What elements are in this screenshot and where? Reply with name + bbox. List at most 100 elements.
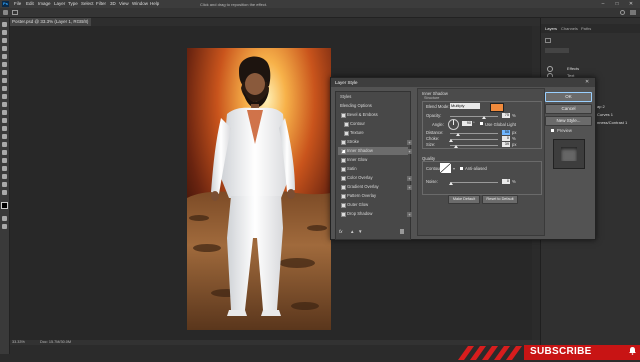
texture-item[interactable]: Texture <box>338 129 408 137</box>
menu-layer[interactable]: Layer <box>54 1 65 6</box>
search-icon[interactable] <box>620 10 625 15</box>
checkbox[interactable] <box>344 131 349 136</box>
menu-image[interactable]: Image <box>38 1 51 6</box>
checkbox[interactable] <box>341 185 346 190</box>
bevel-emboss-item[interactable]: Bevel & Emboss <box>338 111 408 119</box>
opacity-slider-knob[interactable] <box>482 116 486 119</box>
blending-options-item[interactable]: Blending Options <box>338 102 408 110</box>
choke-input[interactable]: 0 <box>502 136 510 141</box>
choke-slider[interactable] <box>450 139 498 140</box>
add-icon[interactable]: + <box>407 184 412 190</box>
checkbox[interactable] <box>341 158 346 163</box>
menu-type[interactable]: Type <box>68 1 78 6</box>
zoom-tool-icon[interactable] <box>2 182 7 187</box>
menu-edit[interactable]: Edit <box>26 1 34 6</box>
tool-preset-icon[interactable] <box>12 10 18 15</box>
foreground-color-swatch[interactable] <box>1 202 8 209</box>
opacity-input[interactable]: 75 <box>502 113 510 118</box>
size-slider-knob[interactable] <box>454 145 458 148</box>
checkbox[interactable] <box>344 122 349 127</box>
blur-tool-icon[interactable] <box>2 126 7 131</box>
new-style-button[interactable]: New Style... <box>545 116 592 126</box>
shape-tool-icon[interactable] <box>2 166 7 171</box>
layer-name-partial[interactable]: ap 2 <box>597 104 605 109</box>
inner-shadow-item[interactable]: ✓ Inner Shadow + <box>338 147 412 155</box>
checkbox[interactable] <box>341 113 346 118</box>
inner-glow-item[interactable]: Inner Glow <box>338 156 408 164</box>
minimize-icon[interactable]: – <box>596 0 610 8</box>
stroke-item[interactable]: Stroke + <box>338 138 412 146</box>
size-input[interactable]: 39 <box>502 142 510 147</box>
checkbox[interactable] <box>341 176 346 181</box>
marquee-tool-icon[interactable] <box>2 30 7 35</box>
move-down-icon[interactable]: ▼ <box>358 229 362 234</box>
menu-file[interactable]: File <box>14 1 21 6</box>
type-tool-icon[interactable] <box>2 150 7 155</box>
pattern-overlay-item[interactable]: Pattern Overlay <box>338 192 408 200</box>
noise-input[interactable]: 0 <box>502 179 510 184</box>
noise-slider[interactable] <box>450 182 498 183</box>
tab-layers[interactable]: Layers <box>545 26 557 31</box>
eraser-tool-icon[interactable] <box>2 110 7 115</box>
zoom-level[interactable]: 33.33% <box>12 340 25 344</box>
crop-tool-icon[interactable] <box>2 54 7 59</box>
menu-window[interactable]: Window <box>132 1 148 6</box>
menu-filter[interactable]: Filter <box>96 1 106 6</box>
contour-item[interactable]: Contour <box>338 120 408 128</box>
preview-checkbox[interactable] <box>551 129 554 132</box>
subscribe-label[interactable]: SUBSCRIBE <box>530 346 592 357</box>
color-overlay-item[interactable]: Color Overlay + <box>338 174 412 182</box>
bell-icon[interactable] <box>628 346 637 355</box>
reset-default-button[interactable]: Reset to Default <box>482 195 518 204</box>
checkbox[interactable] <box>341 140 346 145</box>
pen-tool-icon[interactable] <box>2 142 7 147</box>
opacity-slider[interactable] <box>450 116 498 117</box>
close-icon[interactable]: ✕ <box>585 79 589 85</box>
screen-mode-icon[interactable] <box>2 224 7 229</box>
quick-select-tool-icon[interactable] <box>2 46 7 51</box>
gradient-tool-icon[interactable] <box>2 118 7 123</box>
maximize-icon[interactable]: □ <box>610 0 624 8</box>
gradient-overlay-item[interactable]: Gradient Overlay + <box>338 183 412 191</box>
add-icon[interactable]: + <box>407 211 412 217</box>
dialog-titlebar[interactable]: Layer Style ✕ <box>331 78 595 87</box>
clone-stamp-tool-icon[interactable] <box>2 94 7 99</box>
history-brush-tool-icon[interactable] <box>2 102 7 107</box>
layer-name-partial[interactable]: nness/Contrast 1 <box>597 120 627 125</box>
subscribe-banner[interactable]: SUBSCRIBE <box>458 343 640 360</box>
drop-shadow-item[interactable]: Drop Shadow + <box>338 210 412 218</box>
global-light-checkbox[interactable] <box>480 122 483 125</box>
home-icon[interactable] <box>3 10 8 15</box>
checkbox[interactable] <box>341 212 346 217</box>
frame-tool-icon[interactable] <box>2 62 7 67</box>
healing-brush-tool-icon[interactable] <box>2 78 7 83</box>
menu-3d[interactable]: 3D <box>110 1 116 6</box>
quick-mask-icon[interactable] <box>2 216 7 221</box>
choke-slider-knob[interactable] <box>449 139 453 142</box>
chevron-down-icon[interactable]: ▾ <box>453 166 455 171</box>
workspace-icon[interactable] <box>630 10 636 15</box>
noise-slider-knob[interactable] <box>449 182 453 185</box>
checkbox[interactable] <box>341 167 346 172</box>
layer-name-partial[interactable]: Curves 1 <box>597 112 613 117</box>
add-icon[interactable]: + <box>407 139 412 145</box>
anti-aliased-checkbox[interactable] <box>460 167 463 170</box>
brush-tool-icon[interactable] <box>2 86 7 91</box>
eyedropper-tool-icon[interactable] <box>2 70 7 75</box>
fx-icon[interactable]: fx <box>339 229 343 234</box>
filter-icon[interactable] <box>545 38 551 43</box>
outer-glow-item[interactable]: Outer Glow <box>338 201 408 209</box>
lasso-tool-icon[interactable] <box>2 38 7 43</box>
styles-header[interactable]: Styles <box>338 93 408 101</box>
add-icon[interactable]: + <box>407 175 412 181</box>
hand-tool-icon[interactable] <box>2 174 7 179</box>
tab-paths[interactable]: Paths <box>581 26 591 31</box>
menu-view[interactable]: View <box>119 1 129 6</box>
layer-row-effects[interactable]: Effects <box>567 66 579 71</box>
more-tools-icon[interactable] <box>2 190 7 195</box>
blend-mode-select[interactable] <box>545 48 569 53</box>
ok-button[interactable]: OK <box>545 92 592 102</box>
tab-channels[interactable]: Channels <box>561 26 578 31</box>
dodge-tool-icon[interactable] <box>2 134 7 139</box>
distance-slider-knob[interactable] <box>456 133 460 136</box>
